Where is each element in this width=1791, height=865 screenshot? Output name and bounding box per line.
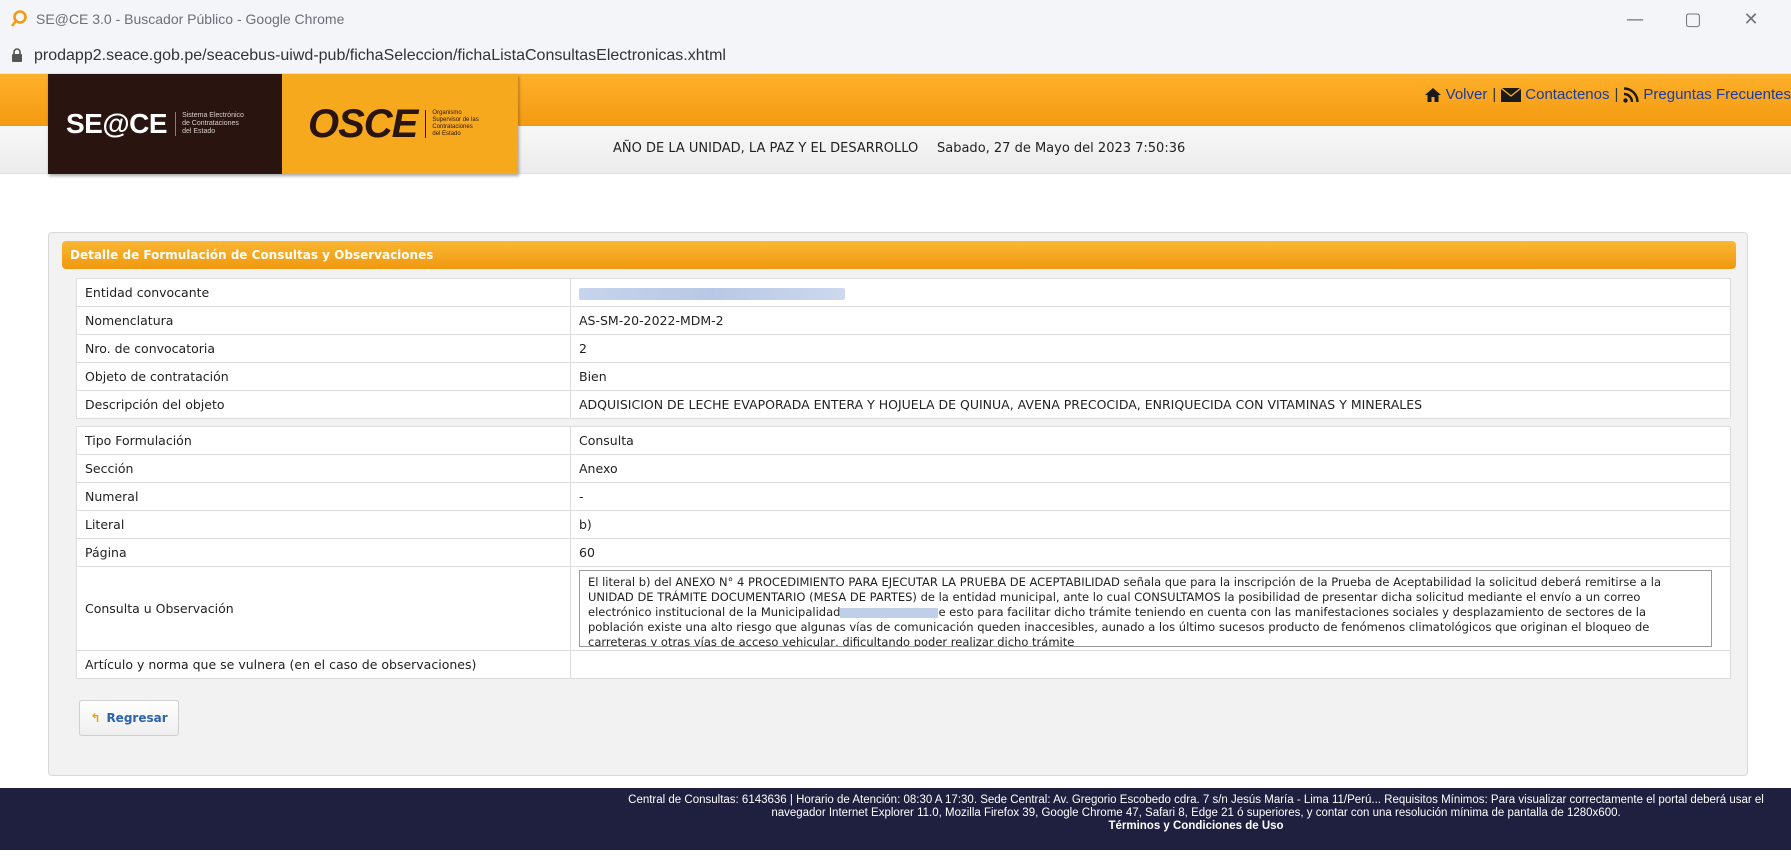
url-text[interactable]: prodapp2.seace.gob.pe/seacebus-uiwd-pub/… [34, 47, 726, 65]
back-arrow-icon: ↰ [90, 711, 101, 725]
footer-info: Central de Consultas: 6143636 | Horario … [628, 794, 1764, 819]
table-row: Descripción del objeto ADQUISICION DE LE… [76, 390, 1731, 419]
minimize-button[interactable]: — [1606, 0, 1664, 38]
convocatoria-table: Entidad convocante Nomenclatura AS-SM-20… [76, 278, 1731, 419]
logo-block: SE@CE Sistema Electrónico de Contratacio… [48, 74, 518, 174]
table-row: Sección Anexo [76, 454, 1731, 483]
row-label: Nomenclatura [76, 306, 571, 335]
formulacion-table: Tipo Formulación Consulta Sección Anexo … [76, 426, 1731, 679]
footer-text: Central de Consultas: 6143636 | Horario … [612, 794, 1780, 833]
osce-logo[interactable]: OSCE Organismo Supervisor de las Contrat… [282, 74, 518, 174]
osce-logo-subtitle: Organismo Supervisor de las Contratacion… [425, 110, 479, 138]
seace-logo-text: SE@CE [66, 108, 168, 139]
table-row: Consulta u Observación El literal b) del… [76, 566, 1731, 651]
table-row: Literal b) [76, 510, 1731, 539]
detail-panel: Detalle de Formulación de Consultas y Ob… [48, 232, 1748, 776]
row-label: Nro. de convocatoria [76, 334, 571, 363]
row-label: Sección [76, 454, 571, 483]
row-value: Anexo [570, 454, 1731, 483]
redacted-municipality [840, 607, 939, 618]
table-row: Objeto de contratación Bien [76, 362, 1731, 391]
preguntas-link[interactable]: Preguntas Frecuentes [1623, 86, 1791, 103]
contactenos-link[interactable]: Contactenos [1501, 86, 1610, 103]
table-row: Numeral - [76, 482, 1731, 511]
row-value: 60 [570, 538, 1731, 567]
row-label: Literal [76, 510, 571, 539]
row-label: Entidad convocante [76, 278, 571, 307]
seace-logo-subtitle: Sistema Electrónico de Contrataciones de… [175, 112, 244, 136]
row-label: Numeral [76, 482, 571, 511]
row-label: Descripción del objeto [76, 390, 571, 419]
row-value-consulta: El literal b) del ANEXO N° 4 PROCEDIMIEN… [570, 566, 1731, 651]
address-bar[interactable]: prodapp2.seace.gob.pe/seacebus-uiwd-pub/… [0, 38, 1791, 74]
panel-title: Detalle de Formulación de Consultas y Ob… [62, 241, 1736, 269]
header-motto: AÑO DE LA UNIDAD, LA PAZ Y EL DESARROLLO [613, 141, 919, 156]
browser-titlebar: SE@CE 3.0 - Buscador Público - Google Ch… [0, 0, 1791, 38]
site-footer: Central de Consultas: 6143636 | Horario … [0, 788, 1791, 850]
row-value: 2 [570, 334, 1731, 363]
terms-link[interactable]: Términos y Condiciones de Uso [612, 820, 1780, 833]
row-label: Página [76, 538, 571, 567]
lock-icon [10, 48, 24, 64]
window-title: SE@CE 3.0 - Buscador Público - Google Ch… [36, 11, 345, 27]
row-value: AS-SM-20-2022-MDM-2 [570, 306, 1731, 335]
row-value: b) [570, 510, 1731, 539]
row-value-entidad [570, 278, 1731, 307]
site-header: SE@CE Sistema Electrónico de Contratacio… [0, 74, 1791, 174]
row-label: Objeto de contratación [76, 362, 571, 391]
redacted-entity-value [579, 287, 845, 300]
osce-logo-text: OSCE [308, 101, 418, 146]
seace-logo[interactable]: SE@CE Sistema Electrónico de Contratacio… [48, 74, 282, 174]
home-icon [1424, 87, 1442, 103]
close-button[interactable]: ✕ [1722, 0, 1780, 38]
row-value: ADQUISICION DE LECHE EVAPORADA ENTERA Y … [570, 390, 1731, 419]
row-value: Consulta [570, 426, 1731, 455]
table-row: Nro. de convocatoria 2 [76, 334, 1731, 363]
seace-favicon-icon [8, 8, 30, 30]
table-row: Página 60 [76, 538, 1731, 567]
volver-link[interactable]: Volver [1424, 86, 1487, 103]
table-row: Artículo y norma que se vulnera (en el c… [76, 650, 1731, 679]
link-separator: | [1614, 86, 1619, 103]
regresar-button[interactable]: ↰ Regresar [79, 700, 179, 736]
header-datetime: Sabado, 27 de Mayo del 2023 7:50:36 [937, 141, 1186, 156]
consulta-textarea[interactable]: El literal b) del ANEXO N° 4 PROCEDIMIEN… [579, 570, 1712, 647]
link-separator: | [1492, 86, 1497, 103]
table-row: Nomenclatura AS-SM-20-2022-MDM-2 [76, 306, 1731, 335]
row-label: Consulta u Observación [76, 566, 571, 651]
table-row: Tipo Formulación Consulta [76, 426, 1731, 455]
row-label: Artículo y norma que se vulnera (en el c… [76, 650, 571, 679]
row-value [570, 650, 1731, 679]
row-label: Tipo Formulación [76, 426, 571, 455]
envelope-icon [1501, 87, 1522, 102]
rss-icon [1623, 86, 1640, 103]
row-value: Bien [570, 362, 1731, 391]
header-links: Volver | Contactenos | Preguntas Frecuen… [1424, 86, 1791, 103]
restore-button[interactable]: ▢ [1664, 0, 1722, 38]
table-row: Entidad convocante [76, 278, 1731, 307]
row-value: - [570, 482, 1731, 511]
